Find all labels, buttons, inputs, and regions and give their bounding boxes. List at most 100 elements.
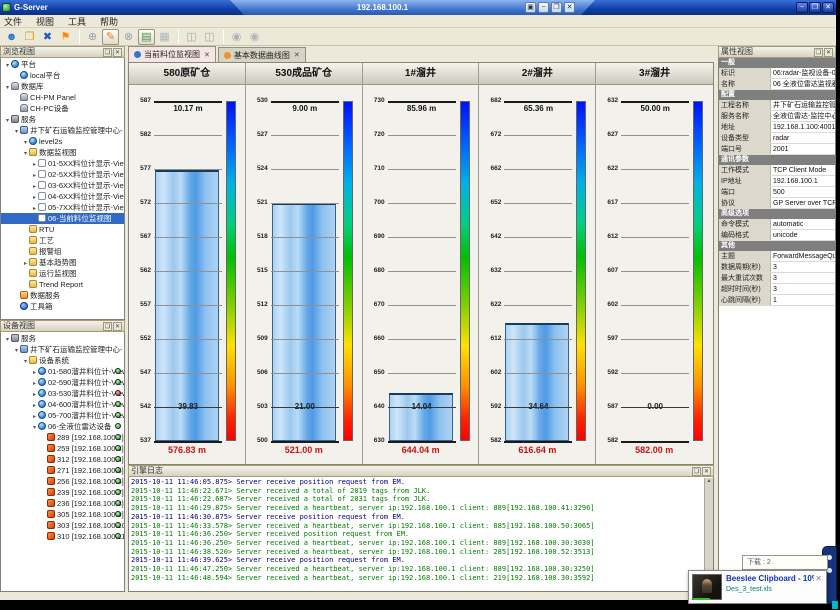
user-status-icon[interactable]: ☻ [3,29,20,45]
device-tree-item[interactable]: 271 [192.168.100.5]- [1,465,124,476]
project-tree-item[interactable]: ▸基本趋势图 [1,257,124,268]
expand-icon[interactable]: ▸ [31,379,38,388]
tab-close-icon[interactable]: ✕ [294,51,300,59]
expand-icon[interactable]: ▾ [4,61,11,70]
close-icon[interactable]: ✕ [822,2,834,13]
tab-当前料位监视图[interactable]: 当前料位监视图✕ [128,46,216,62]
property-row[interactable]: 工程名称井下矿石运输监控管理中心 [719,100,835,111]
pin-icon[interactable]: ▣ [525,2,536,13]
project-tree-item[interactable]: Trend Report [1,279,124,290]
property-row[interactable]: 心跳间隔(秒)1 [719,295,835,306]
table-view-icon[interactable]: ▤ [138,29,155,45]
property-row[interactable]: 端口500 [719,187,835,198]
device-tree-item[interactable]: 239 [192.168.100.7]- [1,487,124,498]
expand-icon[interactable]: ▸ [31,204,38,213]
expand-icon[interactable]: ▸ [31,171,38,180]
project-tree-item[interactable]: ▸01-5XX料位计显示-View [1,158,124,169]
property-row[interactable]: 主题ForwardMessageQueue01 [719,251,835,262]
property-row[interactable]: 超时时间(秒)3 [719,284,835,295]
property-row[interactable]: 编码格式unicode [719,230,835,241]
rdp-minimize-icon[interactable]: − [538,2,549,13]
expand-icon[interactable]: ▾ [4,335,11,344]
panel-close-icon[interactable]: ✕ [113,322,122,331]
alarm-icon[interactable]: ⚑ [57,29,74,45]
project-tree-item[interactable]: ▸03-6XX料位计显示-View [1,180,124,191]
property-row[interactable]: 设备类型radar [719,133,835,144]
property-row[interactable]: 名称06 全液位雷达监视器 [719,79,835,90]
property-row[interactable]: IP地址192.168.100.1 [719,176,835,187]
device-tree-item[interactable]: ▾服务 [1,333,124,344]
expand-icon[interactable]: ▸ [31,390,38,399]
expand-icon[interactable]: ▸ [31,182,38,191]
rdp-close-icon[interactable]: ✕ [564,2,575,13]
app-titlebar[interactable]: G-Server 192.168.100.1 ▣−❐✕ −❐✕ [0,0,836,15]
menu-item-帮助[interactable]: 帮助 [100,15,118,28]
expand-icon[interactable]: ▸ [31,160,38,169]
project-tree-item[interactable]: ▸05-7XX料位计显示-View [1,202,124,213]
property-row[interactable]: 端口号2001 [719,144,835,155]
panel-close-icon[interactable]: ✕ [702,467,711,476]
panel-close-icon[interactable]: ✕ [824,48,833,57]
project-tree-item[interactable]: 数据服务 [1,290,124,301]
notification-popup[interactable]: Beeslee Clipboard - 10% Des_3_test.xls ✕ [688,570,827,604]
project-tree-item[interactable]: ▾数据监视图 [1,147,124,158]
expand-icon[interactable]: ▾ [13,127,20,136]
device-tree-item[interactable]: 289 [192.168.100.2]- [1,432,124,443]
expand-icon[interactable]: ▸ [31,368,38,377]
device-tree-item[interactable]: ▸05-700溜井料位计-View [1,410,124,421]
minimize-icon[interactable]: − [796,2,808,13]
panel-close-icon[interactable]: ✕ [113,48,122,57]
panel-float-icon[interactable]: ❏ [692,467,701,476]
property-row[interactable]: 协议GP Server over TCP [719,198,835,209]
expand-icon[interactable]: ▾ [22,357,29,366]
property-row[interactable]: 标识06:radar-监视设备-01-全液位 [719,68,835,79]
monitor-2-icon[interactable]: ◫ [201,29,218,45]
save-icon[interactable]: ▦ [156,29,173,45]
property-row[interactable]: 工作模式TCP Client Mode [719,165,835,176]
project-tree-item[interactable]: 06-当前料位监视图 [1,213,124,224]
expand-icon[interactable]: ▸ [31,412,38,421]
property-row[interactable]: 数据周期(秒)3 [719,262,835,273]
nav-prev-icon[interactable]: ◉ [228,29,245,45]
property-row[interactable]: 命令模式automatic [719,219,835,230]
expand-icon[interactable]: ▾ [13,346,20,355]
monitor-1-icon[interactable]: ◫ [183,29,200,45]
property-row[interactable]: 最大重试次数3 [719,273,835,284]
expand-icon[interactable]: ▾ [4,83,11,92]
device-tree-item[interactable]: 236 [192.168.100.8]- [1,498,124,509]
project-tree-item[interactable]: RTU [1,224,124,235]
expand-icon[interactable]: ▾ [22,149,29,158]
project-tree-item[interactable]: CH-PC设备 [1,103,124,114]
device-tree-item[interactable]: 259 [192.168.100.3]- [1,443,124,454]
expand-icon[interactable]: ▾ [31,423,38,432]
panel-float-icon[interactable]: ❏ [814,48,823,57]
tab-基本数据曲线图[interactable]: 基本数据曲线图✕ [218,47,306,62]
project-tree-item[interactable]: ▸04-6XX料位计显示-View [1,191,124,202]
tab-close-icon[interactable]: ✕ [204,51,210,59]
edit-icon[interactable]: ✎ [102,29,119,45]
device-tree-item[interactable]: ▾设备系统 [1,355,124,366]
device-tree-item[interactable]: ▸01-580溜井料位计-View [1,366,124,377]
project-tree-item[interactable]: ▸02-5XX料位计显示-View [1,169,124,180]
expand-icon[interactable]: ▸ [22,259,29,268]
menu-item-视图[interactable]: 视图 [36,15,54,28]
disconnect-icon[interactable]: ✖ [39,29,56,45]
project-tree-item[interactable]: ▾数据库 [1,81,124,92]
panel-float-icon[interactable]: ❏ [103,48,112,57]
expand-icon[interactable]: ▸ [31,401,38,410]
add-icon[interactable]: ⊕ [84,29,101,45]
project-tree-item[interactable]: 运行监视图 [1,268,124,279]
expand-icon[interactable]: ▾ [4,116,11,125]
panel-float-icon[interactable]: ❏ [103,322,112,331]
menu-item-文件[interactable]: 文件 [4,15,22,28]
menu-item-工具[interactable]: 工具 [68,15,86,28]
project-tree-item[interactable]: CH-PM Panel [1,92,124,103]
property-row[interactable]: 地址192.168.1.100:4001 [719,122,835,133]
project-tree-item[interactable]: ▾level2s [1,136,124,147]
project-tree-item[interactable]: ▾井下矿石运输监控管理中心- [1,125,124,136]
rdp-restore-icon[interactable]: ❐ [551,2,562,13]
device-tree-item[interactable]: 256 [192.168.100.6]- [1,476,124,487]
device-tree-item[interactable]: 310 [192.168.100.11]- [1,531,124,542]
device-tree-item[interactable]: ▸02-590溜井料位计-View [1,377,124,388]
device-tree-item[interactable]: 312 [192.168.100.4]- [1,454,124,465]
